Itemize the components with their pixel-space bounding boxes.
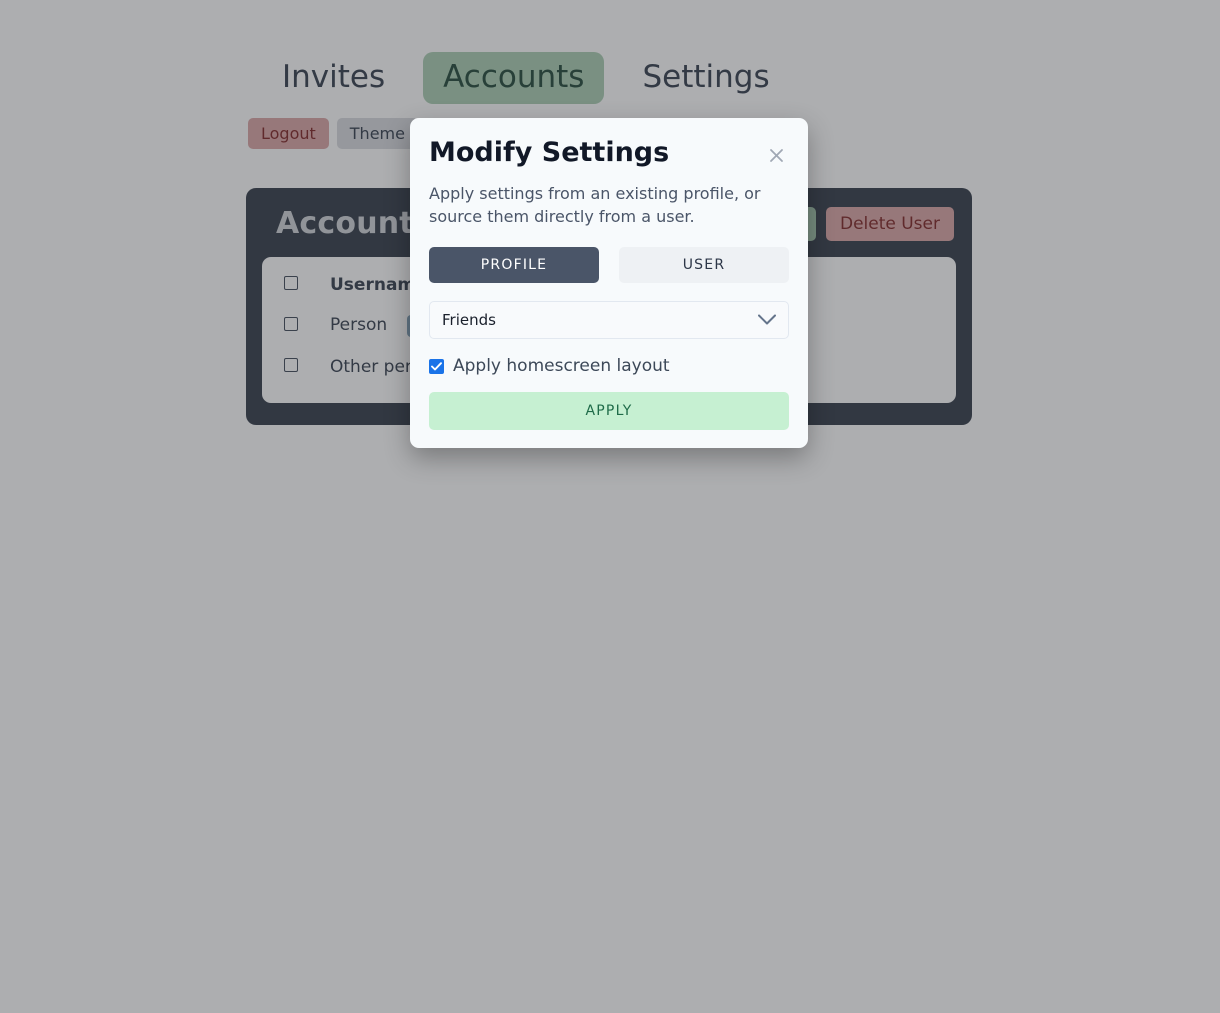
modal-header: Modify Settings	[429, 138, 789, 168]
close-button[interactable]	[763, 142, 789, 168]
check-icon	[431, 362, 442, 371]
profile-select[interactable]: Friends	[429, 301, 789, 340]
modal-title: Modify Settings	[429, 137, 670, 168]
apply-homescreen-checkbox[interactable]	[429, 358, 444, 374]
source-toggle-group: PROFILE USER	[429, 247, 789, 284]
chevron-down-icon	[758, 314, 776, 326]
homescreen-layout-row: Apply homescreen layout	[429, 356, 789, 376]
apply-homescreen-label[interactable]: Apply homescreen layout	[453, 356, 670, 376]
modify-settings-modal: Modify Settings Apply settings from an e…	[410, 118, 808, 449]
apply-button[interactable]: APPLY	[429, 392, 789, 431]
modal-description: Apply settings from an existing profile,…	[429, 184, 761, 227]
source-toggle-user[interactable]: USER	[619, 247, 789, 284]
profile-select-value: Friends	[442, 311, 496, 330]
source-toggle-profile[interactable]: PROFILE	[429, 247, 599, 284]
close-icon	[769, 148, 783, 162]
